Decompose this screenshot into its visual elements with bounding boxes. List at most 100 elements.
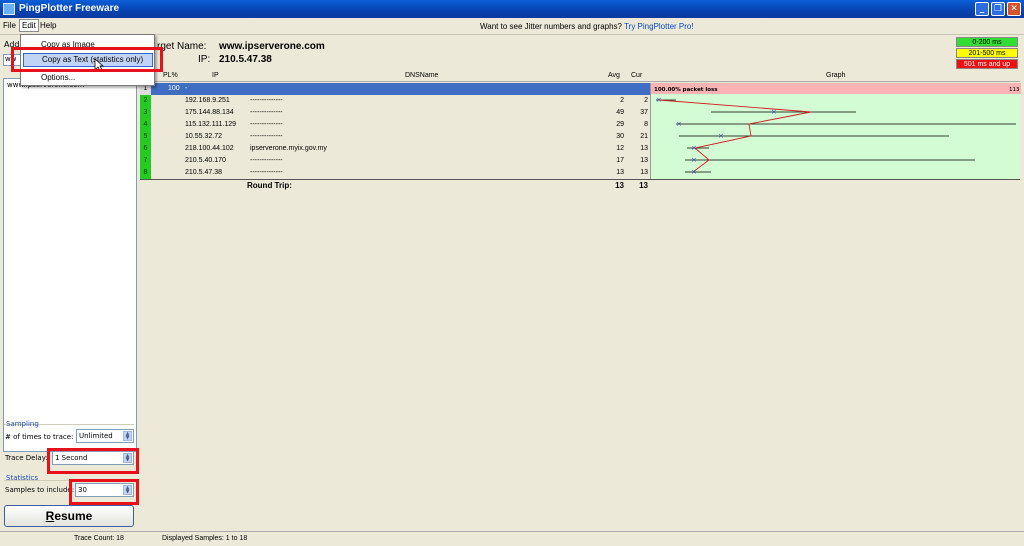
resume-mnemonic: R: [45, 509, 55, 523]
pro-link[interactable]: Try PingPlotter Pro!: [624, 22, 694, 31]
legend-mid: 201-500 ms: [956, 48, 1018, 58]
table-row[interactable]: 1 100 -: [140, 83, 650, 95]
status-bar: Trace Count: 18 Displayed Samples: 1 to …: [0, 531, 1024, 546]
host-list[interactable]: www.ipserverone.com: [3, 78, 137, 452]
table-row[interactable]: 6 218.100.44.102 ipserverone.myix.gov.my…: [140, 143, 650, 155]
title-bar: PingPlotter Freeware _ ❐ ✕: [0, 0, 1024, 18]
round-trip-label: Round Trip:: [247, 181, 292, 190]
table-row[interactable]: 4 115.132.111.129 -------------- 29 8: [140, 119, 650, 131]
table-row[interactable]: 2 192.168.9.251 -------------- 2 2: [140, 95, 650, 107]
hop-number: 5: [140, 131, 151, 143]
hop-avg: 49: [616, 109, 624, 116]
mouse-pointer-icon: [94, 58, 104, 72]
delay-label: Trace Delay:: [5, 454, 48, 462]
hop-cur: 13: [640, 157, 648, 164]
delay-spinbox[interactable]: 1 Second ▲ ▼: [52, 451, 134, 465]
spinner-arrows-icon[interactable]: ▲ ▼: [123, 485, 132, 495]
col-ip[interactable]: IP: [212, 72, 219, 79]
delay-value: 1 Second: [55, 454, 88, 462]
latency-graph-svg: 100.00% packet loss 113 × × × × × × ×: [651, 83, 1021, 176]
legend-low: 0-200 ms: [956, 37, 1018, 47]
col-cur[interactable]: Cur: [631, 72, 642, 79]
trace-grid: PL% IP DNSName Avg Cur Graph 1 100 - 2 1…: [140, 71, 1021, 531]
menu-copy-text[interactable]: Copy as Text (statistics only): [23, 53, 153, 67]
hop-ip: 192.168.9.251: [185, 97, 230, 104]
table-row[interactable]: 7 210.5.40.170 -------------- 17 13: [140, 155, 650, 167]
hop-dns: --------------: [250, 157, 283, 164]
hop-avg: 30: [616, 133, 624, 140]
hop-ip: -: [185, 85, 188, 92]
hop-ip: 210.5.47.38: [185, 169, 222, 176]
cur-marker-icon: ×: [771, 108, 777, 116]
hop-number: 2: [140, 95, 151, 107]
hop-cur: 13: [640, 169, 648, 176]
promo-text: Want to see Jitter numbers and graphs?: [480, 22, 622, 31]
spinner-arrows-icon[interactable]: ▲ ▼: [123, 431, 132, 441]
maximize-button[interactable]: ❐: [991, 2, 1005, 16]
menu-help[interactable]: Help: [40, 21, 56, 30]
hop-dns: ipserverone.myix.gov.my: [250, 145, 327, 152]
menu-options[interactable]: Options...: [41, 73, 75, 82]
cur-marker-icon: ×: [656, 96, 662, 104]
table-row[interactable]: 5 10.55.32.72 -------------- 30 21: [140, 131, 650, 143]
hop-dns: --------------: [250, 109, 283, 116]
col-pl[interactable]: PL%: [163, 72, 178, 79]
hop-ip: 210.5.40.170: [185, 157, 226, 164]
col-avg[interactable]: Avg: [608, 72, 620, 79]
table-row[interactable]: 8 210.5.47.38 -------------- 13 13: [140, 167, 650, 179]
hop-ip: 218.100.44.102: [185, 145, 234, 152]
hop-dns: --------------: [250, 169, 283, 176]
hop-avg: 13: [616, 169, 624, 176]
times-label: # of times to trace:: [5, 433, 74, 441]
window-title: PingPlotter Freeware: [19, 3, 120, 14]
legend-high: 501 ms and up: [956, 59, 1018, 69]
hop-cur: 37: [640, 109, 648, 116]
table-row[interactable]: 3 175.144.88.134 -------------- 49 37: [140, 107, 650, 119]
target-ip-value: 210.5.47.38: [219, 54, 272, 65]
hop-number: 4: [140, 119, 151, 131]
hop-avg: 17: [616, 157, 624, 164]
close-button[interactable]: ✕: [1007, 2, 1021, 16]
minimize-button[interactable]: _: [975, 2, 989, 16]
resume-label: esume: [54, 509, 93, 523]
times-spinbox[interactable]: Unlimited ▲ ▼: [76, 429, 134, 443]
hop-cur: 21: [640, 133, 648, 140]
menu-bar: File Edit Help Want to see Jitter number…: [0, 18, 1024, 35]
hop-cur: 2: [644, 97, 648, 104]
hop-dns: --------------: [250, 97, 283, 104]
latency-graph[interactable]: 100.00% packet loss 113 × × × × × × ×: [650, 83, 1021, 180]
spinner-arrows-icon[interactable]: ▲ ▼: [123, 453, 132, 463]
hop-dns: --------------: [250, 133, 283, 140]
samples-spinbox[interactable]: 30 ▲ ▼: [75, 483, 134, 497]
col-graph[interactable]: Graph: [826, 72, 845, 79]
hop-avg: 12: [616, 145, 624, 152]
cur-marker-icon: ×: [691, 168, 697, 176]
menu-file[interactable]: File: [3, 21, 16, 30]
cur-marker-icon: ×: [718, 132, 724, 140]
cur-marker-icon: ×: [691, 144, 697, 152]
col-dns[interactable]: DNSName: [405, 72, 438, 79]
sampling-label: Sampling: [6, 420, 39, 428]
round-trip-row: Round Trip: 13 13: [140, 181, 650, 193]
round-trip-avg: 13: [615, 181, 624, 190]
resume-button[interactable]: Resume: [4, 505, 134, 527]
table-divider: [140, 179, 1020, 180]
hop-number: 6: [140, 143, 151, 155]
hop-number: 8: [140, 167, 151, 179]
target-ip-label: IP:: [198, 54, 211, 65]
grid-header: PL% IP DNSName Avg Cur Graph: [140, 71, 1020, 82]
menu-edit[interactable]: Edit: [19, 19, 39, 32]
hop-avg: 2: [620, 97, 624, 104]
app-icon: [3, 3, 15, 15]
displayed-samples: Displayed Samples: 1 to 18: [162, 535, 248, 542]
menu-copy-image[interactable]: Copy as Image: [41, 40, 95, 49]
jitter-ranges: [656, 99, 1016, 173]
hop-number: 3: [140, 107, 151, 119]
target-name-label: rget Name:: [157, 41, 207, 52]
samples-label: Samples to include:: [5, 486, 75, 494]
times-value: Unlimited: [79, 432, 113, 440]
samples-value: 30: [78, 486, 87, 494]
round-trip-cur: 13: [639, 181, 648, 190]
hop-ip: 115.132.111.129: [185, 121, 236, 128]
hop-cur: 8: [644, 121, 648, 128]
